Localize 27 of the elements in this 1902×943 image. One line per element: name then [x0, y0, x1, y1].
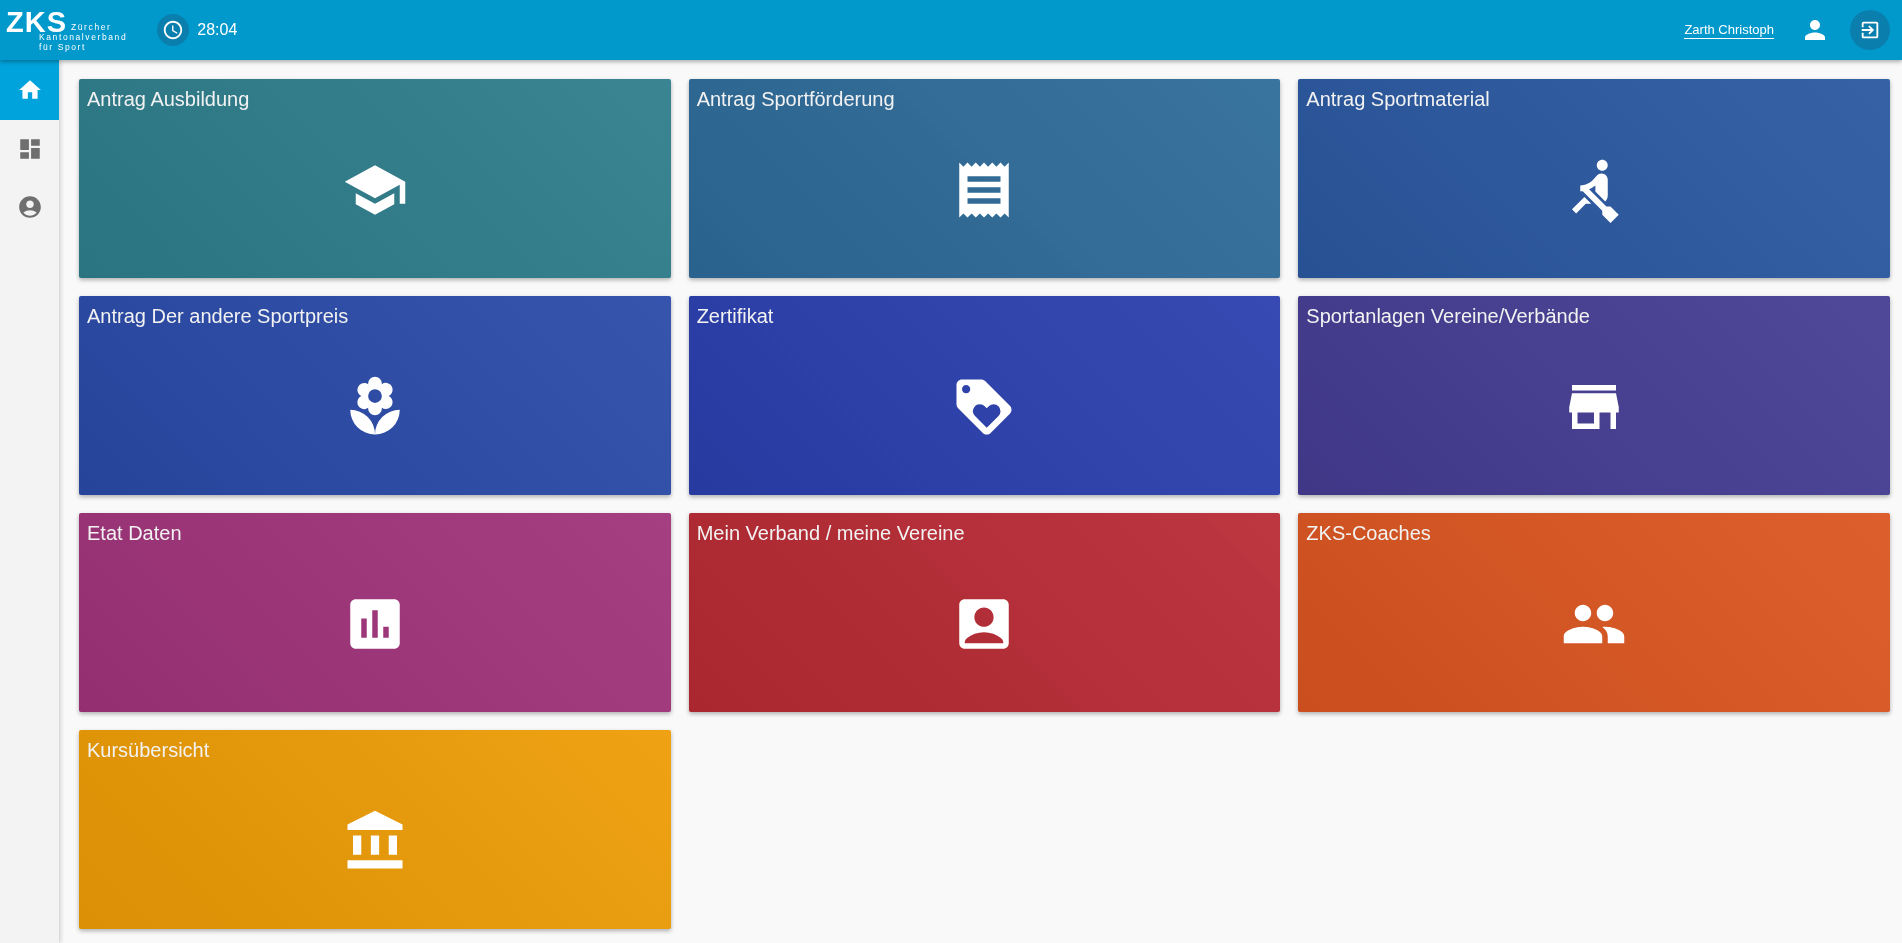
logo-text: für Sport: [39, 41, 87, 52]
tile-title: Zertifikat: [695, 304, 775, 328]
application-tile[interactable]: Antrag Sportförderung: [688, 79, 1281, 278]
application-tile[interactable]: Antrag Ausbildung: [79, 79, 671, 278]
tile-title: Antrag Der andere Sportpreis: [86, 304, 350, 328]
application-tile[interactable]: Mein Verband / meine Vereine: [688, 513, 1281, 712]
tile-title: Antrag Sportförderung: [695, 87, 896, 111]
application-tile[interactable]: Antrag Sportmaterial: [1298, 79, 1890, 278]
tile-title: Antrag Sportmaterial: [1305, 87, 1491, 111]
tile-title: Etat Daten: [86, 521, 183, 545]
application-tile[interactable]: Zertifikat: [688, 296, 1281, 495]
tile-title: Antrag Ausbildung: [86, 87, 251, 111]
application-tile[interactable]: ZKS-Coaches: [1298, 513, 1890, 712]
application-tile[interactable]: Sportanlagen Vereine/Verbände: [1298, 296, 1890, 495]
tile-title: Kursübersicht: [86, 738, 211, 762]
user-link[interactable]: Zarth Christoph: [1684, 21, 1774, 39]
tile-title: Mein Verband / meine Vereine: [695, 521, 966, 545]
logout-icon: [1859, 19, 1881, 41]
tile-title: ZKS-Coaches: [1305, 521, 1432, 545]
tile-title: Sportanlagen Vereine/Verbände: [1305, 304, 1591, 328]
clock-icon: [157, 14, 190, 46]
logout-button[interactable]: [1850, 10, 1890, 50]
home-nav-button[interactable]: [0, 60, 59, 120]
application-tile[interactable]: Antrag Der andere Sportpreis: [79, 296, 671, 495]
account-icon: [16, 194, 43, 220]
application-tile[interactable]: Etat Daten: [79, 513, 671, 712]
session-timer: 28:04: [197, 21, 238, 39]
